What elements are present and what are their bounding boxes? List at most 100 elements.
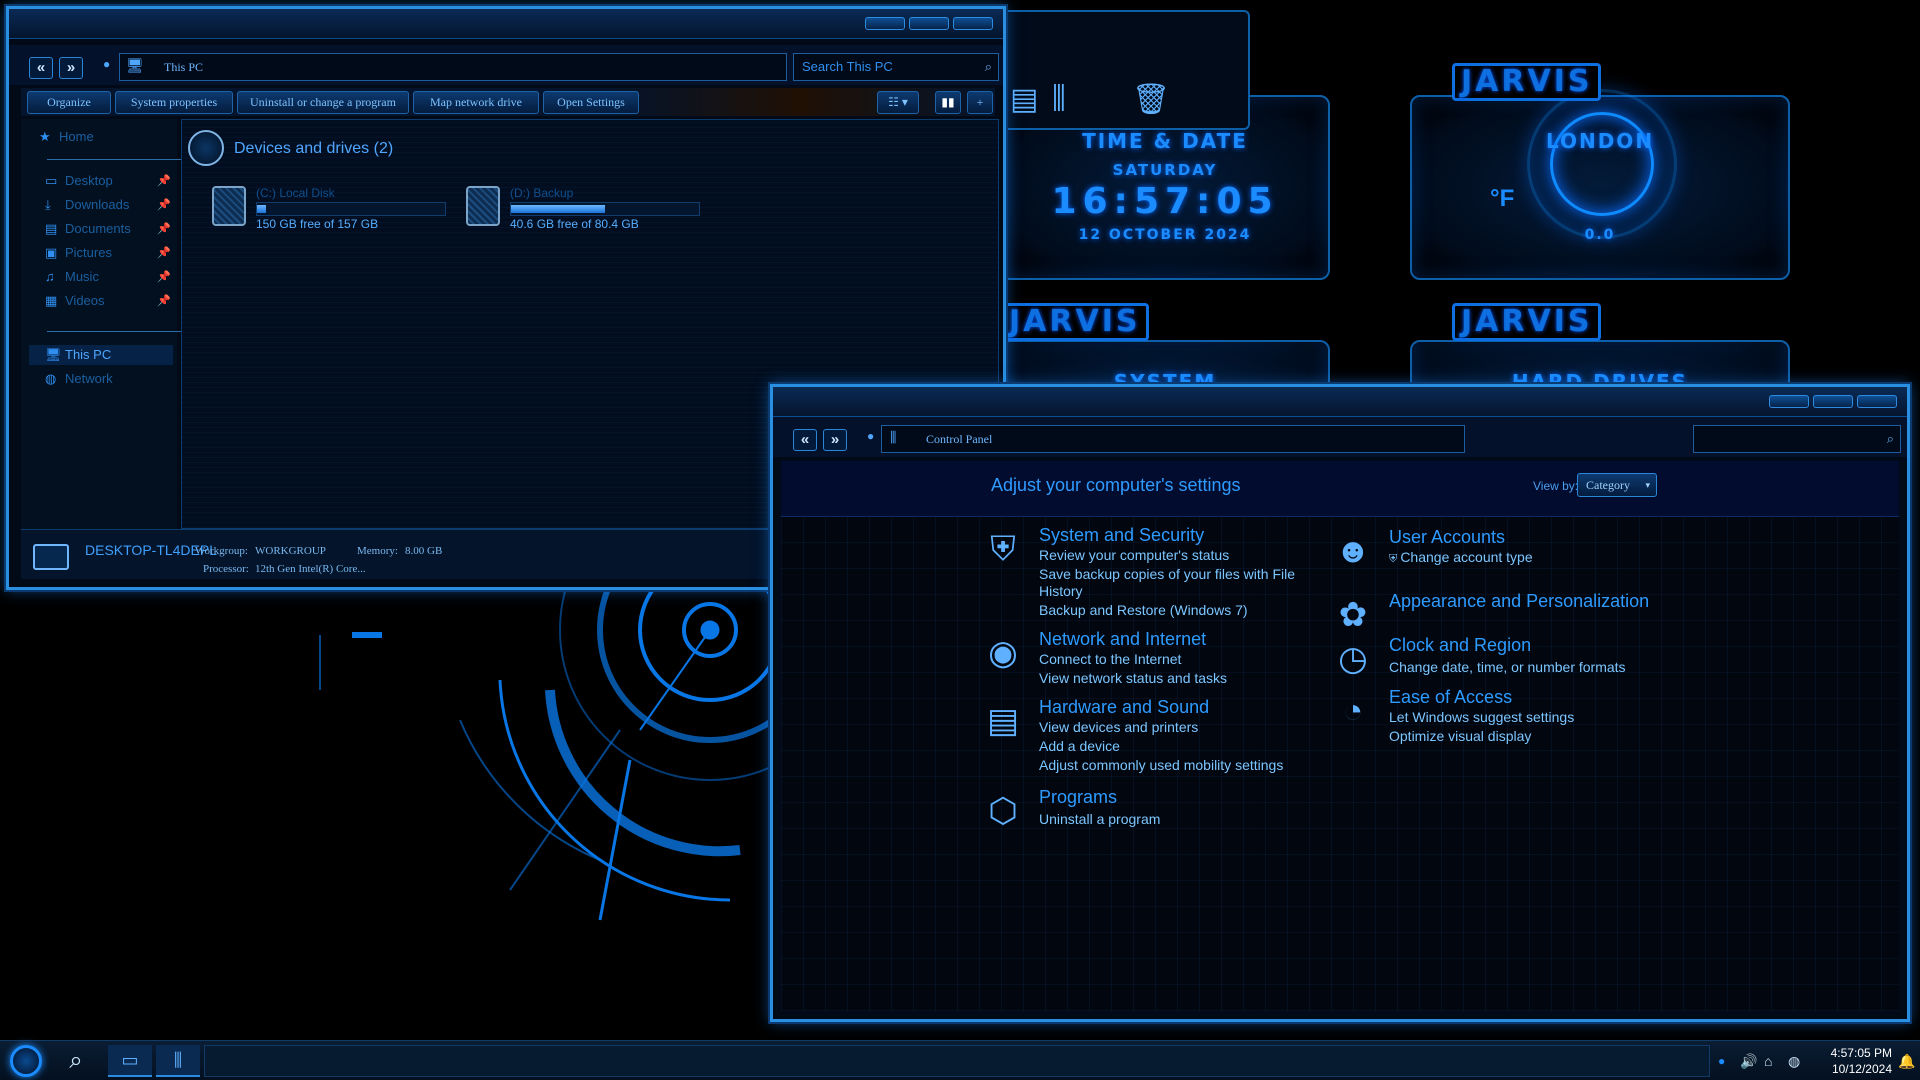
taskbar: ⌕ ▭ ⫼ ● 🔊 ⌂ ◍ 4:57:05 PM 10/12/2024 🔔 [0,1040,1920,1080]
sidebar-label-home: Home [59,129,94,144]
category-title[interactable]: Clock and Region [1389,635,1531,656]
search-icon: ⌕ [1886,431,1894,446]
hard-disk-icon [212,186,246,226]
new-item-button[interactable]: + [967,91,993,114]
category-link[interactable]: Connect to the Internet [1039,651,1181,667]
category-link[interactable]: Change date, time, or number formats [1389,659,1626,675]
category-link[interactable]: History [1039,583,1083,599]
control-panel-titlebar[interactable] [773,387,1907,417]
category-link[interactable]: Let Windows suggest settings [1389,709,1574,725]
search-icon[interactable]: ⌕ [60,1045,92,1077]
tray-clock[interactable]: 4:57:05 PM 10/12/2024 [1812,1045,1892,1077]
pin-icon[interactable]: 📌 [157,171,171,191]
close-button[interactable] [1857,395,1897,408]
pin-icon[interactable]: 📌 [157,243,171,263]
category-link[interactable]: View network status and tasks [1039,670,1227,686]
pin-icon[interactable]: 📌 [157,195,171,215]
palette-icon[interactable]: ✿ [1331,593,1375,637]
shield-icon[interactable]: ⛨ [981,527,1025,571]
notification-bell-icon[interactable]: 🔔 [1898,1045,1915,1077]
clock-icon[interactable]: ◷ [1331,637,1375,681]
pin-icon[interactable]: 📌 [157,219,171,239]
category-title[interactable]: Programs [1039,787,1117,808]
category-link[interactable]: Backup and Restore (Windows 7) [1039,602,1248,618]
sidebar-item-documents[interactable]: ▤ Documents 📌 [45,219,177,239]
category-link[interactable]: Uninstall a program [1039,811,1160,827]
open-settings-button[interactable]: Open Settings [543,91,639,114]
view-by-value: Category [1586,478,1630,492]
network-icon[interactable]: ⌂ [1764,1045,1784,1077]
maximize-button[interactable] [909,17,949,30]
sidebar-label-documents: Documents [65,221,131,236]
drive-c[interactable]: (C:) Local Disk 150 GB free of 157 GB [212,186,446,231]
sidebar-item-pictures[interactable]: ▣ Pictures 📌 [45,243,177,263]
taskbar-file-explorer[interactable]: ▭ [108,1045,152,1077]
category-title[interactable]: User Accounts [1389,527,1505,548]
back-button[interactable]: « [793,429,817,451]
recycle-bin-launcher-icon[interactable]: 🗑 [1132,82,1170,117]
map-network-drive-button[interactable]: Map network drive [413,91,539,114]
weather-city: LONDON [1545,129,1655,153]
tray-cortana-icon[interactable]: ● [1718,1045,1734,1077]
search-input[interactable]: ⌕ [1693,425,1901,453]
this-pc-titlebar[interactable] [9,9,1003,39]
close-button[interactable] [953,17,993,30]
system-properties-button[interactable]: System properties [115,91,233,114]
category-link[interactable]: Adjust commonly used mobility settings [1039,757,1283,773]
category-title[interactable]: Hardware and Sound [1039,697,1209,718]
view-options-button[interactable]: ☷ ▾ [877,91,919,114]
category-link[interactable]: Add a device [1039,738,1120,754]
category-title[interactable]: Network and Internet [1039,629,1206,650]
printer-launcher-icon[interactable]: ▤ [1010,82,1038,117]
preview-pane-button[interactable]: ▮▮ [935,91,961,114]
maximize-button[interactable] [1813,395,1853,408]
sidebar-item-this-pc[interactable]: 🖥 This PC [29,345,173,365]
drive-c-name: (C:) Local Disk [256,186,335,200]
taskbar-control-panel[interactable]: ⫼ [156,1045,200,1077]
category-title[interactable]: Ease of Access [1389,687,1512,708]
view-by-dropdown[interactable]: Category ▾ [1577,473,1657,497]
uninstall-program-button[interactable]: Uninstall or change a program [237,91,409,114]
workgroup-label: Workgroup: [195,545,248,557]
sidebar-label-desktop: Desktop [65,173,113,188]
forward-button[interactable]: » [59,57,83,79]
sidebar-item-downloads[interactable]: ⤓ Downloads 📌 [45,195,177,215]
forward-button[interactable]: » [823,429,847,451]
printer-icon[interactable]: ▤ [981,699,1025,743]
back-button[interactable]: « [29,57,53,79]
category-link[interactable]: Optimize visual display [1389,728,1531,744]
category-title[interactable]: System and Security [1039,525,1204,546]
drive-d[interactable]: (D:) Backup 40.6 GB free of 80.4 GB [466,186,700,231]
language-globe-icon[interactable]: ◍ [1788,1045,1808,1077]
globe-icon[interactable]: ◉ [981,631,1025,675]
pin-icon[interactable]: 📌 [157,267,171,287]
recent-dot-icon[interactable]: ● [867,429,874,443]
sidebar-item-desktop[interactable]: ▭ Desktop 📌 [45,171,177,191]
sidebar-item-home[interactable]: ★ Home [39,127,94,147]
pc-icon: 🖥 [126,59,144,74]
address-bar[interactable]: ⫼ Control Panel [881,425,1465,453]
category-link[interactable]: Save backup copies of your files with Fi… [1039,566,1295,582]
sidebar-item-music[interactable]: ♫ Music 📌 [45,267,177,287]
access-icon[interactable]: ◔ [1331,689,1375,733]
box-icon[interactable]: ⬡ [981,789,1025,833]
taskbar-empty-area[interactable] [204,1045,1710,1077]
minimize-button[interactable] [865,17,905,30]
start-button[interactable] [10,1045,42,1077]
category-link[interactable]: View devices and printers [1039,719,1198,735]
pin-icon[interactable]: 📌 [157,291,171,311]
category-link[interactable]: ⛨ Change account type [1389,549,1533,566]
category-link[interactable]: Review your computer's status [1039,547,1229,563]
sidebar-item-network[interactable]: ◍ Network [45,369,113,389]
volume-icon[interactable]: 🔊 [1740,1045,1760,1077]
equalizer-launcher-icon[interactable]: ⫼ [1052,82,1066,116]
desktop-icon: ▭ [45,173,58,188]
user-icon[interactable]: ☻ [1331,529,1375,573]
recent-dot-icon[interactable]: ● [103,57,110,71]
address-bar[interactable]: 🖥 This PC [119,53,787,81]
category-title[interactable]: Appearance and Personalization [1389,591,1649,612]
organize-button[interactable]: Organize [27,91,111,114]
sidebar-item-videos[interactable]: ▦ Videos 📌 [45,291,177,311]
minimize-button[interactable] [1769,395,1809,408]
search-input[interactable]: Search This PC ⌕ [793,53,999,81]
